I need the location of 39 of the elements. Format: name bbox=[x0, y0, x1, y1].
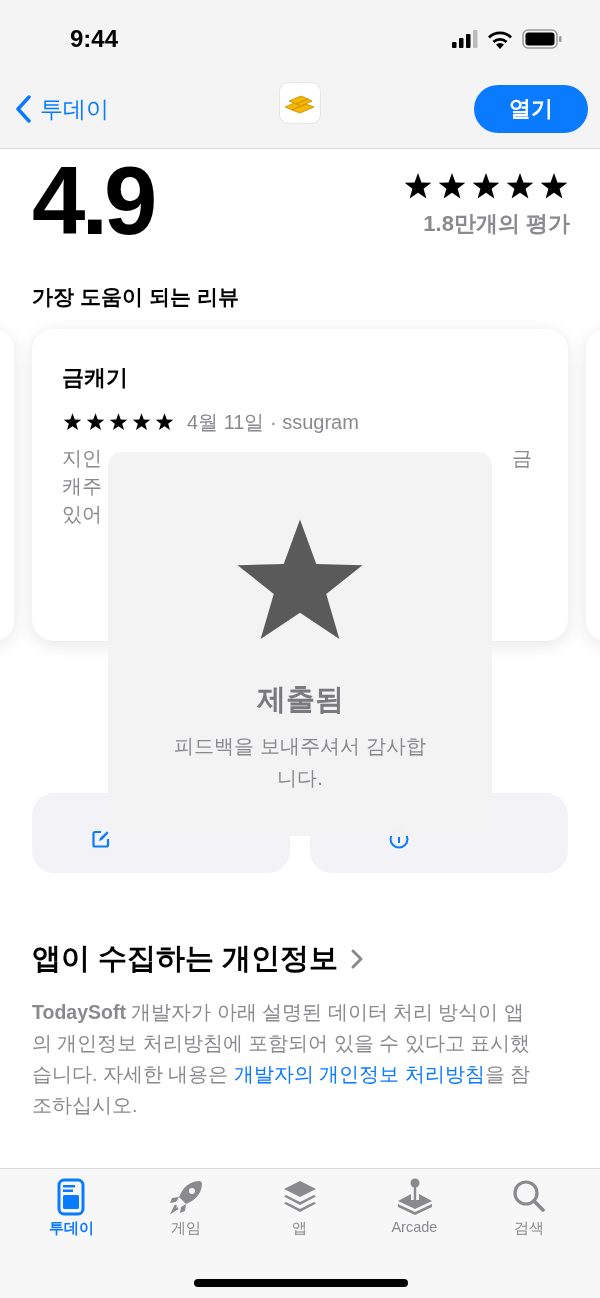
review-text: 캐주 bbox=[62, 474, 102, 499]
battery-icon bbox=[522, 29, 562, 49]
star-icon bbox=[108, 412, 129, 433]
rating-count: 1.8만개의 평가 bbox=[423, 210, 570, 238]
status-time: 9:44 bbox=[70, 25, 119, 53]
tab[interactable]: 검색 bbox=[478, 1177, 579, 1238]
tab[interactable]: 앱 bbox=[249, 1177, 350, 1238]
tab[interactable]: Arcade bbox=[364, 1177, 465, 1238]
chevron-right-icon[interactable] bbox=[350, 948, 365, 970]
document-icon bbox=[57, 1178, 85, 1216]
popup-title: 제출됨 bbox=[256, 682, 344, 717]
rocket-icon bbox=[169, 1181, 202, 1215]
open-button[interactable]: 열기 bbox=[474, 85, 588, 133]
star-icon bbox=[154, 412, 175, 433]
tab[interactable]: 투데이 bbox=[21, 1177, 122, 1238]
joystick-icon bbox=[398, 1178, 433, 1215]
star-icon bbox=[131, 412, 152, 433]
app-icon bbox=[279, 82, 321, 124]
privacy-policy-link[interactable]: 개발자의 개인정보 처리방침 bbox=[233, 1063, 485, 1085]
search-icon bbox=[513, 1180, 545, 1212]
privacy-text: TodaySoft 개발자가 아래 설명된 데이터 처리 방식이 앱의 개인정보 처리방침에 포함되어 있을 수 있다고 표시했습니다. 자세한 내용은 개발자의 개인정보 처리방침 을 참조하십시오. bbox=[32, 1000, 531, 1118]
wifi-icon bbox=[487, 29, 513, 49]
section-title: 가장 도움이 되는 리뷰 bbox=[31, 284, 240, 310]
review-text: 있어 bbox=[62, 502, 102, 527]
signal-icon bbox=[452, 30, 478, 48]
section-title: 앱이 수집하는 개인정보 bbox=[32, 941, 339, 976]
review-text: 지인 bbox=[62, 446, 102, 471]
star-icon bbox=[85, 412, 106, 433]
back-chevron-icon bbox=[14, 95, 32, 123]
review-text: 금 bbox=[512, 446, 532, 471]
star-icon bbox=[62, 412, 83, 433]
layers-icon bbox=[283, 1181, 316, 1212]
back-link[interactable]: 투데이 bbox=[14, 93, 109, 125]
popup-message: 피드백을 보내주셔서 감사합니다. bbox=[173, 734, 427, 791]
tab[interactable]: 게임 bbox=[135, 1177, 236, 1238]
review-title: 금캐기 bbox=[62, 364, 129, 392]
rating-score: 4.9 bbox=[32, 151, 154, 256]
review-meta: 4월 11일 · ssugram bbox=[187, 410, 359, 435]
compose-icon bbox=[92, 830, 110, 848]
